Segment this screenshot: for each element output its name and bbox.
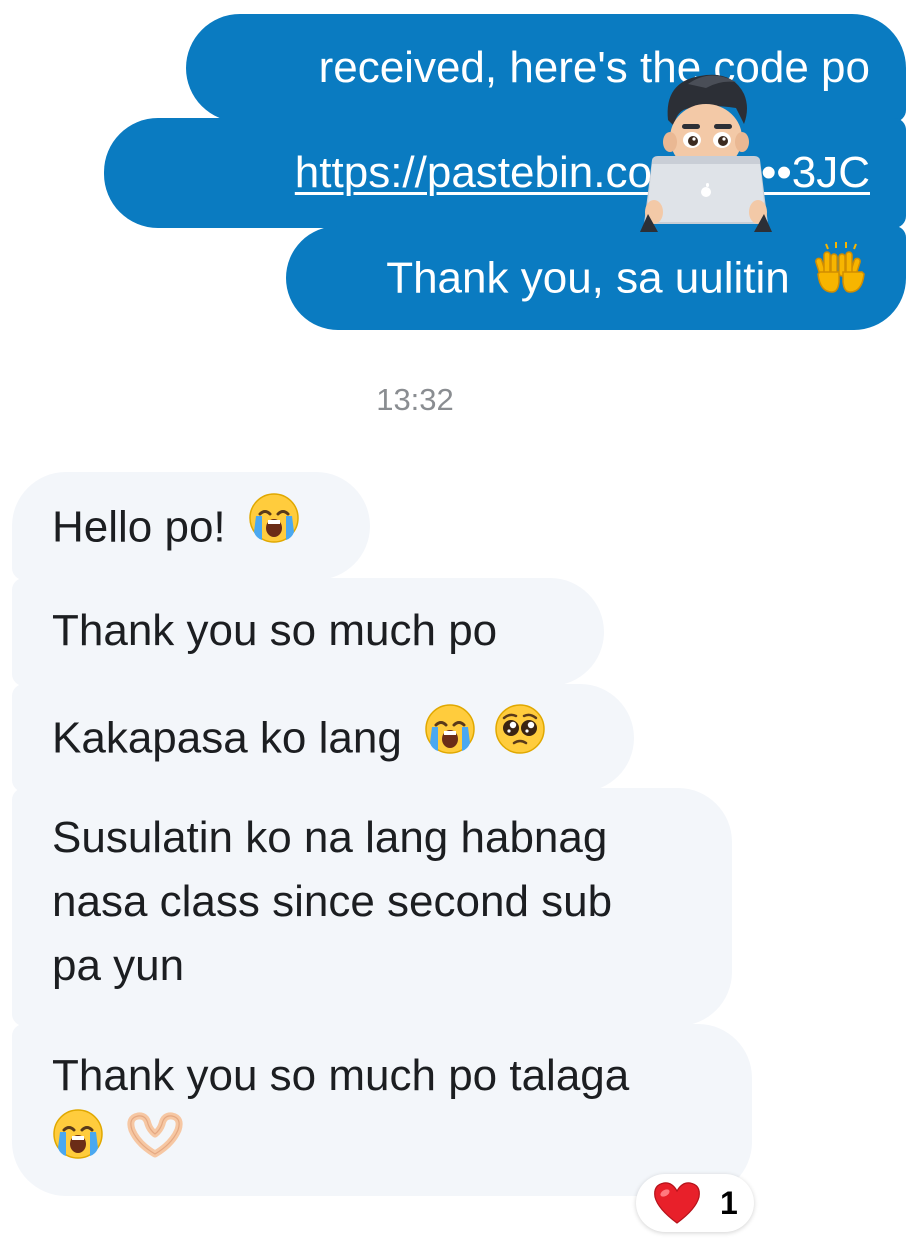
message-text: received, here's the code po (318, 43, 870, 92)
red-heart-icon (652, 1181, 702, 1230)
outgoing-message[interactable]: Thank you, sa uulitin (286, 226, 906, 330)
loudly-crying-face-icon (424, 703, 476, 771)
incoming-message[interactable]: Susulatin ko na lang habnag nasa class s… (12, 788, 732, 1026)
memoji-laptop-avatar (640, 64, 772, 232)
heart-hands-icon (124, 1110, 186, 1176)
message-timestamp: 13:32 (376, 382, 454, 417)
outgoing-message[interactable]: received, here's the code po (186, 14, 906, 122)
loudly-crying-face-icon (248, 492, 300, 560)
message-text: Hello po! (52, 502, 226, 552)
message-text: Thank you so much po (52, 606, 498, 655)
incoming-message[interactable]: Thank you so much po (12, 578, 604, 686)
message-text: Thank you so much po talaga (52, 1051, 630, 1100)
outgoing-message-link[interactable]: https://pastebin.com/E••••3JC (104, 118, 906, 228)
pleading-face-icon (494, 703, 546, 771)
message-line: nasa class since second sub (52, 877, 613, 926)
message-text: Thank you, sa uulitin (386, 253, 790, 303)
pastebin-link[interactable]: https://pastebin.com/E••••3JC (295, 148, 870, 197)
loudly-crying-face-icon (52, 1108, 104, 1178)
message-text: Kakapasa ko lang (52, 713, 402, 763)
message-line: Susulatin ko na lang habnag (52, 813, 608, 862)
incoming-message[interactable]: Hello po! (12, 472, 370, 580)
incoming-message[interactable]: Thank you so much po talaga (12, 1024, 752, 1196)
raising-hands-icon (812, 242, 870, 312)
reaction-count: 1 (720, 1185, 738, 1221)
reaction-badge[interactable]: 1 (636, 1174, 754, 1232)
incoming-message[interactable]: Kakapasa ko lang (12, 684, 634, 792)
emoji-line (52, 1108, 752, 1178)
message-line: pa yun (52, 941, 185, 990)
